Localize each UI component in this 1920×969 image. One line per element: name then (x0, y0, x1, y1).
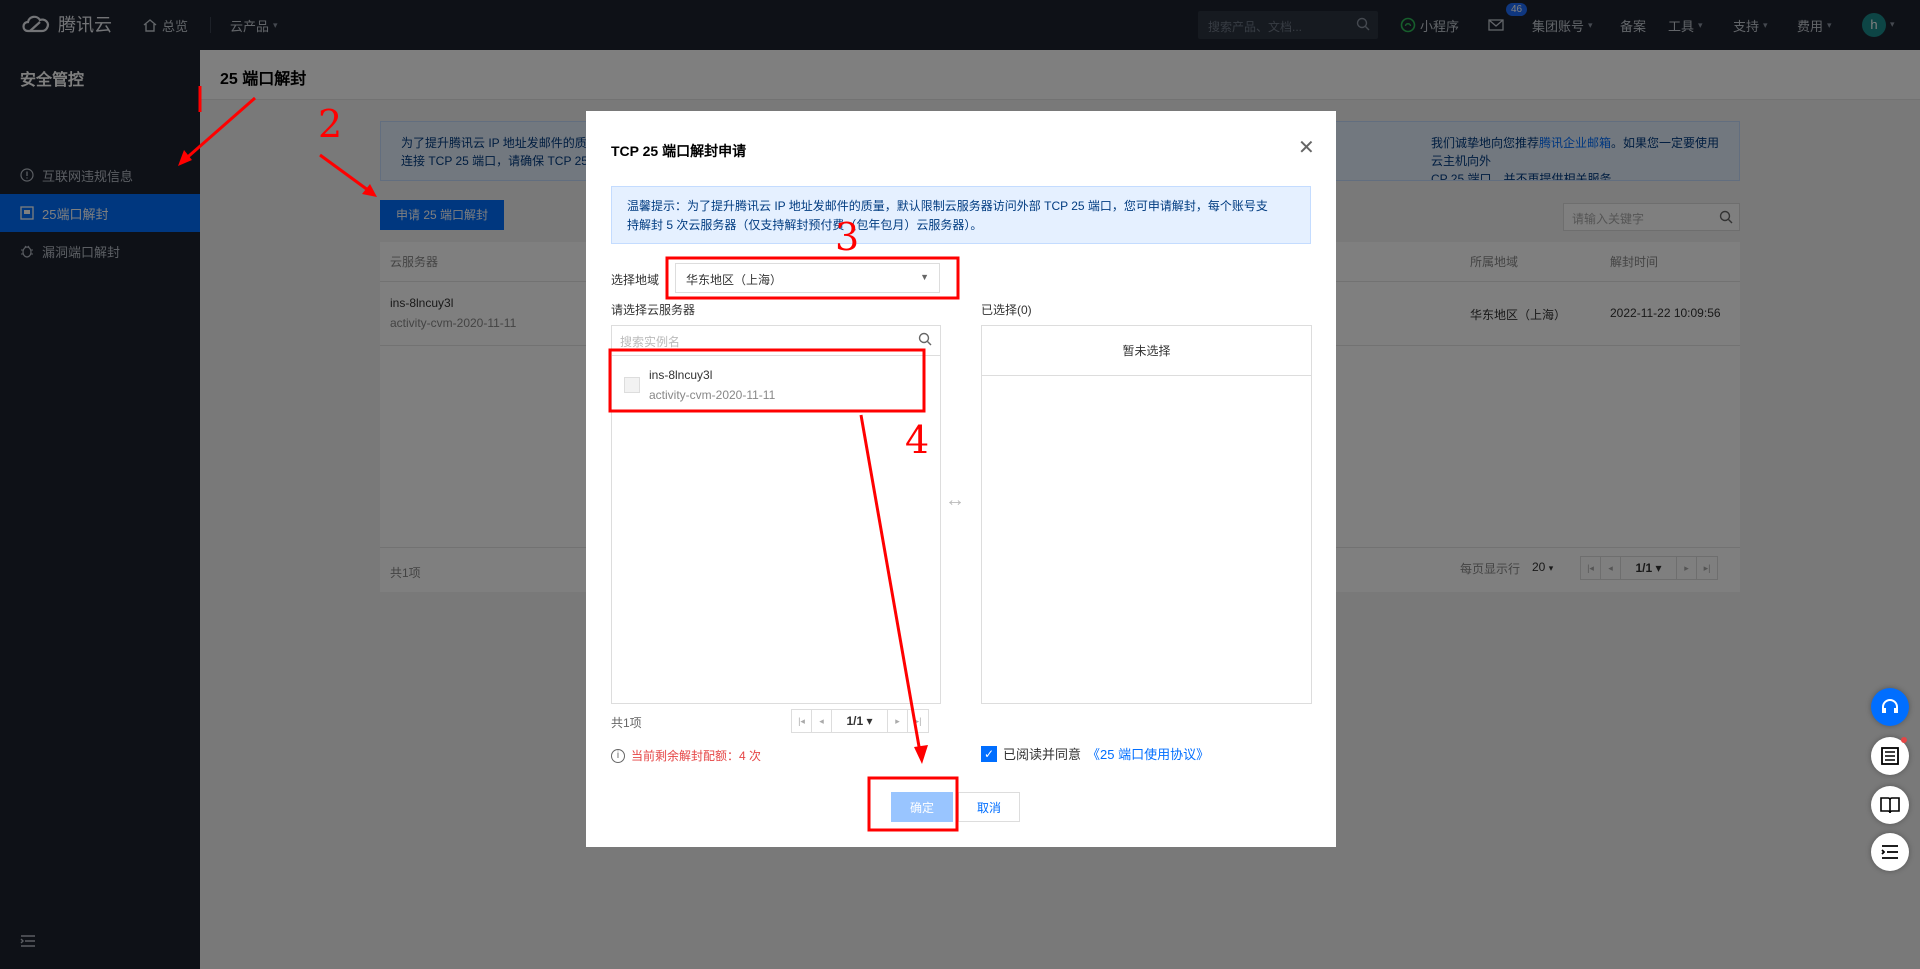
select-server-label: 请选择云服务器 (611, 303, 696, 317)
server-source-list: 搜索实例名 ins-8lncuy3l activity-cvm-2020-11-… (611, 325, 941, 704)
page-select[interactable]: 1/1 ▾ (832, 710, 888, 732)
confirm-button[interactable]: 确定 (891, 792, 953, 822)
agree-text: 已阅读并同意 (1003, 747, 1082, 762)
info-icon: i (611, 748, 625, 763)
dialog-title: TCP 25 端口解封申请 (611, 143, 747, 159)
none-selected-text: 暂未选择 (982, 326, 1311, 376)
quota-text: 当前剩余解封配额：4 次 (631, 749, 762, 763)
selected-label: 已选择(0) (981, 303, 1032, 317)
list-item[interactable]: ins-8lncuy3l activity-cvm-2020-11-11 (624, 364, 924, 414)
instance-alias: activity-cvm-2020-11-11 (649, 388, 776, 402)
agree-checkbox[interactable]: ✓ (981, 745, 997, 762)
close-icon[interactable]: ✕ (1298, 138, 1315, 158)
book-icon (1880, 797, 1900, 814)
annotation-step-2: 2 (318, 102, 343, 146)
tip-line-2: 持解封 5 次云服务器（仅支持解封预付费（包年包月）云服务器）。 (627, 218, 983, 232)
outline-list-icon (1881, 845, 1898, 859)
instance-checkbox[interactable] (624, 377, 640, 393)
tasks-button[interactable] (1871, 737, 1909, 775)
instance-name: ins-8lncuy3l (649, 368, 713, 382)
next-page-icon[interactable]: ▸ (888, 710, 908, 732)
instance-search-input[interactable]: 搜索实例名 (612, 326, 940, 356)
cancel-button[interactable]: 取消 (958, 792, 1020, 822)
outline-button[interactable] (1871, 833, 1909, 871)
search-icon[interactable] (918, 332, 932, 346)
list-icon (1881, 747, 1899, 765)
list-total: 共1项 (611, 716, 642, 730)
chevron-down-icon: ▼ (920, 272, 929, 282)
first-page-icon[interactable]: |◂ (792, 710, 812, 732)
docs-button[interactable] (1871, 786, 1909, 824)
annotation-step-4: 4 (905, 418, 930, 462)
region-label: 选择地域 (611, 273, 660, 287)
quota-notice: i 当前剩余解封配额：4 次 (611, 747, 761, 764)
server-selected-list: 暂未选择 (981, 325, 1312, 704)
notification-dot (1901, 737, 1907, 743)
dialog-tip: 温馨提示：为了提升腾讯云 IP 地址发邮件的质量，默认限制云服务器访问外部 TC… (611, 186, 1311, 244)
transfer-arrows-icon: ↔ (945, 489, 965, 511)
agreement-link[interactable]: 《25 端口使用协议》 (1087, 744, 1209, 763)
last-page-icon[interactable]: ▸| (908, 710, 928, 732)
agreement-row[interactable]: ✓ 已阅读并同意 《25 端口使用协议》 (981, 744, 1209, 763)
customer-service-button[interactable] (1871, 688, 1909, 726)
prev-page-icon[interactable]: ◂ (812, 710, 832, 732)
region-select[interactable]: 华东地区（上海） ▼ (675, 263, 940, 293)
annotation-step-3: 3 (835, 215, 860, 259)
headset-icon (1882, 699, 1898, 713)
tip-line-1: 温馨提示：为了提升腾讯云 IP 地址发邮件的质量，默认限制云服务器访问外部 TC… (627, 199, 1268, 213)
region-value: 华东地区（上海） (686, 273, 783, 287)
page-value: 1/1 (846, 714, 864, 728)
instance-search-placeholder: 搜索实例名 (620, 335, 681, 349)
list-pagination: |◂ ◂ 1/1 ▾ ▸ ▸| (791, 709, 929, 733)
port25-apply-dialog: TCP 25 端口解封申请 ✕ 温馨提示：为了提升腾讯云 IP 地址发邮件的质量… (586, 111, 1336, 847)
